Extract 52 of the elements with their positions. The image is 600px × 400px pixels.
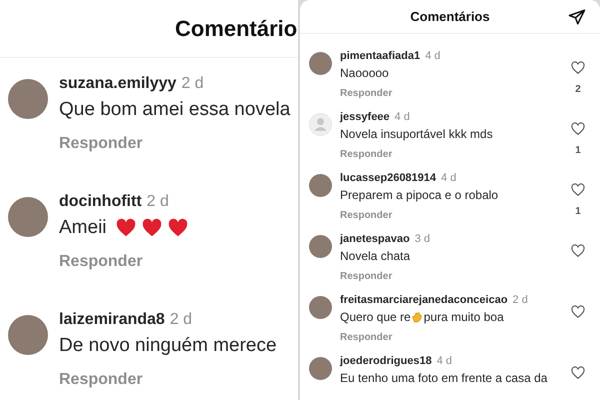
comment-text: Que bom amei essa novela (59, 99, 290, 121)
comment-text: De novo ninguém merece (59, 335, 277, 357)
username[interactable]: pimentaafiada1 (340, 50, 420, 62)
heart-icon[interactable] (570, 304, 586, 320)
avatar-photo[interactable] (8, 79, 48, 119)
heart-icon[interactable] (570, 60, 586, 76)
heart-emoji-icon (166, 217, 189, 239)
comment-text: Quero que re (340, 310, 411, 324)
avatar-photo[interactable] (8, 315, 48, 355)
comment-text: Novela insuportável kkk mds (340, 127, 493, 141)
like-count: 1 (575, 206, 581, 217)
avatar-photo[interactable] (309, 52, 332, 75)
username[interactable]: laizemiranda8 (59, 311, 165, 329)
comment-time: 4 d (394, 111, 410, 123)
heart-icon[interactable] (570, 365, 586, 381)
avatar-photo[interactable] (8, 197, 48, 237)
avatar-photo[interactable] (309, 174, 332, 197)
comment-time: 4 d (441, 172, 456, 184)
comment-text: Novela chata (340, 249, 410, 263)
avatar-photo[interactable] (309, 357, 332, 380)
comment-time: 2 d (181, 75, 204, 93)
comment-time: 2 d (170, 311, 192, 329)
comment-text: Ameii (59, 217, 107, 239)
clapping-hands-icon (410, 310, 424, 324)
username[interactable]: jessyfeee (340, 111, 390, 123)
comment-text: Eu tenho uma foto em frente a casa da (340, 371, 548, 385)
send-icon[interactable] (568, 8, 586, 26)
comment-time: 2 d (512, 294, 528, 306)
username[interactable]: joederodrigues18 (340, 355, 432, 367)
header-title: Comentários (410, 9, 490, 24)
avatar-photo[interactable] (309, 296, 332, 319)
heart-icon[interactable] (570, 121, 586, 137)
comment-time: 3 d (414, 233, 430, 245)
comment-text: pura muito boa (424, 310, 504, 324)
username[interactable]: docinhofitt (59, 193, 142, 211)
heart-icon[interactable] (570, 243, 586, 259)
heart-emoji-icon (114, 217, 137, 239)
like-count: 1 (575, 145, 581, 156)
header-title: Comentário (175, 16, 298, 42)
heart-icon[interactable] (570, 182, 586, 198)
username[interactable]: suzana.emilyyy (59, 75, 176, 93)
avatar-photo[interactable] (309, 235, 332, 258)
comment-time: 4 d (436, 355, 452, 367)
comment-time: 2 d (146, 193, 169, 211)
comment-time: 4 d (425, 50, 440, 62)
username[interactable]: janetespavao (340, 233, 410, 245)
username[interactable]: lucassep26081914 (340, 172, 436, 184)
comment-text: Naooooo (340, 66, 389, 80)
like-count: 2 (575, 84, 581, 95)
username[interactable]: freitasmarciarejanedaconceicao (340, 294, 508, 306)
comment-text: Preparem a pipoca e o robalo (340, 188, 498, 202)
heart-emoji-icon (140, 217, 163, 239)
